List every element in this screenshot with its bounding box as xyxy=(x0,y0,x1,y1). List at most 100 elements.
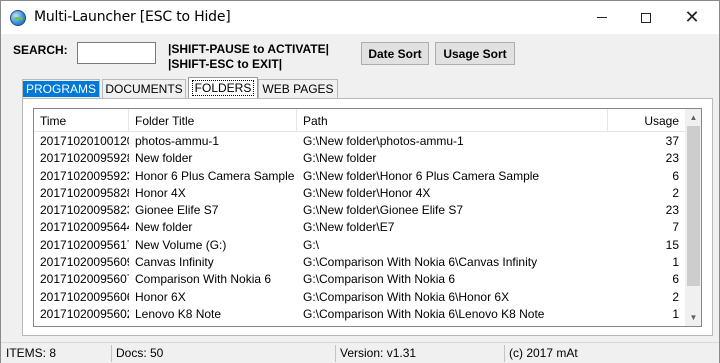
folder-list[interactable]: Time Folder Title Path Usage 20171020100… xyxy=(33,108,702,327)
cell-time: 20171020095928 xyxy=(40,151,129,166)
list-row[interactable]: 20171020095823 Gionee Elife S7 G:\New fo… xyxy=(34,202,685,219)
list-row[interactable]: 20171020095606 Honor 6X G:\Comparison Wi… xyxy=(34,289,685,306)
list-row[interactable]: 20171020095602 Lenovo K8 Note G:\Compari… xyxy=(34,306,685,323)
maximize-icon xyxy=(641,12,651,23)
cell-usage: 6 xyxy=(672,168,679,183)
cell-path: G:\New folder\E7 xyxy=(303,220,395,235)
cell-path: G:\Comparison With Nokia 6 xyxy=(303,272,456,287)
cell-path: G:\New folder\Gionee Elife S7 xyxy=(303,203,464,218)
hotkey-hint: |SHIFT-PAUSE to ACTIVATE| |SHIFT-ESC to … xyxy=(168,42,329,72)
cell-time: 20171020095644 xyxy=(40,220,129,235)
tab-programs-label: PROGRAMS xyxy=(23,81,100,97)
list-row[interactable]: 20171020100120 photos-ammu-1 G:\New fold… xyxy=(34,133,685,150)
cell-folder-title: Honor 6 Plus Camera Sample xyxy=(135,168,295,183)
cell-time: 20171020100120 xyxy=(40,134,129,148)
date-sort-button[interactable]: Date Sort xyxy=(361,42,429,65)
cell-path: G:\Comparison With Nokia 6\Lenovo K8 Not… xyxy=(303,306,545,321)
window-title: Multi-Launcher [ESC to Hide] xyxy=(34,9,231,25)
cell-path: G:\New folder\photos-ammu-1 xyxy=(303,134,464,148)
hotkey-activate-text: |SHIFT-PAUSE to ACTIVATE| xyxy=(168,42,329,56)
cell-time: 20171020095828 xyxy=(40,185,129,200)
scroll-up-icon[interactable]: ▲ xyxy=(685,109,701,126)
tab-web-pages[interactable]: WEB PAGES xyxy=(258,79,338,98)
tab-documents-label: DOCUMENTS xyxy=(105,82,183,96)
status-bar: ITEMS: 8 Docs: 50 Version: v1.31 (c) 201… xyxy=(1,342,719,363)
cell-path: G:\Comparison With Nokia 6\Honor 6X xyxy=(303,289,510,304)
cell-folder-title: Honor 6X xyxy=(135,289,186,304)
status-docs-count: Docs: 50 xyxy=(116,346,164,360)
cell-usage: 2 xyxy=(672,185,679,200)
tab-folders-label: FOLDERS xyxy=(191,80,255,96)
search-label: SEARCH: xyxy=(13,43,68,57)
app-window: Multi-Launcher [ESC to Hide] ✕ SEARCH: |… xyxy=(0,0,720,363)
cell-folder-title: Gionee Elife S7 xyxy=(135,203,219,218)
cell-folder-title: New folder xyxy=(135,220,193,235)
cell-path: G:\New folder\Honor 6 Plus Camera Sample xyxy=(303,168,540,183)
cell-time: 20171020095607 xyxy=(40,272,129,287)
cell-usage: 15 xyxy=(665,237,679,252)
status-divider xyxy=(335,345,336,362)
list-row[interactable]: 20171020095928 New folder G:\New folder … xyxy=(34,150,685,167)
close-icon: ✕ xyxy=(684,6,700,28)
cell-folder-title: Comparison With Nokia 6 xyxy=(135,272,272,287)
maximize-button[interactable] xyxy=(623,1,669,34)
cell-usage: 6 xyxy=(672,272,679,287)
tab-documents[interactable]: DOCUMENTS xyxy=(102,79,186,98)
scroll-down-icon[interactable]: ▼ xyxy=(685,309,701,326)
cell-time: 20171020095923 xyxy=(40,168,129,183)
cell-usage: 7 xyxy=(672,220,679,235)
cell-folder-title: New Volume (G:) xyxy=(135,237,227,252)
cell-folder-title: Lenovo K8 Note xyxy=(135,306,222,321)
cell-usage: 2 xyxy=(672,289,679,304)
tab-programs[interactable]: PROGRAMS xyxy=(22,79,100,98)
cell-folder-title: Honor 4X xyxy=(135,185,186,200)
cell-folder-title: New folder xyxy=(135,151,193,166)
tab-panel: Time Folder Title Path Usage 20171020100… xyxy=(22,98,713,336)
tab-folders[interactable]: FOLDERS xyxy=(188,77,258,98)
title-bar[interactable]: Multi-Launcher [ESC to Hide] ✕ xyxy=(1,1,719,34)
list-row[interactable]: 20171020095828 Honor 4X G:\New folder\Ho… xyxy=(34,185,685,202)
list-header: Time Folder Title Path Usage xyxy=(34,109,685,132)
status-items-count: ITEMS: 8 xyxy=(6,346,57,360)
cell-path: G:\New folder\Honor 4X xyxy=(303,185,431,200)
cell-time: 20171020095823 xyxy=(40,203,129,218)
minimize-button[interactable] xyxy=(579,1,625,34)
scroll-thumb[interactable] xyxy=(687,126,700,286)
cell-usage: 1 xyxy=(672,255,679,270)
column-header-folder-title[interactable]: Folder Title xyxy=(129,109,297,132)
cell-usage: 23 xyxy=(665,203,679,218)
list-row[interactable]: 20171020095609 Canvas Infinity G:\Compar… xyxy=(34,254,685,271)
search-input[interactable] xyxy=(77,42,156,64)
status-divider xyxy=(504,345,505,362)
list-rows: 20171020100120 photos-ammu-1 G:\New fold… xyxy=(34,133,685,323)
close-button[interactable]: ✕ xyxy=(669,1,715,34)
cell-time: 20171020095606 xyxy=(40,289,129,304)
column-header-time[interactable]: Time xyxy=(34,109,129,132)
cell-folder-title: Canvas Infinity xyxy=(135,255,214,270)
list-row[interactable]: 20171020095607 Comparison With Nokia 6 G… xyxy=(34,271,685,288)
column-header-usage[interactable]: Usage xyxy=(608,109,685,132)
tab-web-pages-label: WEB PAGES xyxy=(262,82,334,96)
cell-path: G:\ xyxy=(303,237,320,252)
vertical-scrollbar[interactable]: ▲ ▼ xyxy=(685,109,701,326)
cell-usage: 23 xyxy=(665,151,679,166)
hotkey-exit-text: |SHIFT-ESC to EXIT| xyxy=(168,57,283,71)
list-row[interactable]: 20171020095644 New folder G:\New folder\… xyxy=(34,219,685,236)
minimize-icon xyxy=(597,17,607,18)
status-copyright: (c) 2017 mAt xyxy=(509,346,578,360)
cell-usage: 37 xyxy=(665,134,679,148)
status-version: Version: v1.31 xyxy=(340,346,417,360)
cell-time: 20171020095609 xyxy=(40,255,129,270)
cell-path: G:\Comparison With Nokia 6\Canvas Infini… xyxy=(303,255,538,270)
list-row[interactable]: 20171020095923 Honor 6 Plus Camera Sampl… xyxy=(34,168,685,185)
status-divider xyxy=(111,345,112,362)
cell-time: 20171020095617 xyxy=(40,237,129,252)
cell-usage: 1 xyxy=(672,306,679,321)
usage-sort-button[interactable]: Usage Sort xyxy=(435,42,515,65)
cell-time: 20171020095602 xyxy=(40,306,129,321)
list-row[interactable]: 20171020095617 New Volume (G:) G:\ 15 xyxy=(34,237,685,254)
column-header-path[interactable]: Path xyxy=(297,109,608,132)
cell-path: G:\New folder xyxy=(303,151,377,166)
cell-folder-title: photos-ammu-1 xyxy=(135,134,220,148)
globe-app-icon xyxy=(10,10,26,26)
